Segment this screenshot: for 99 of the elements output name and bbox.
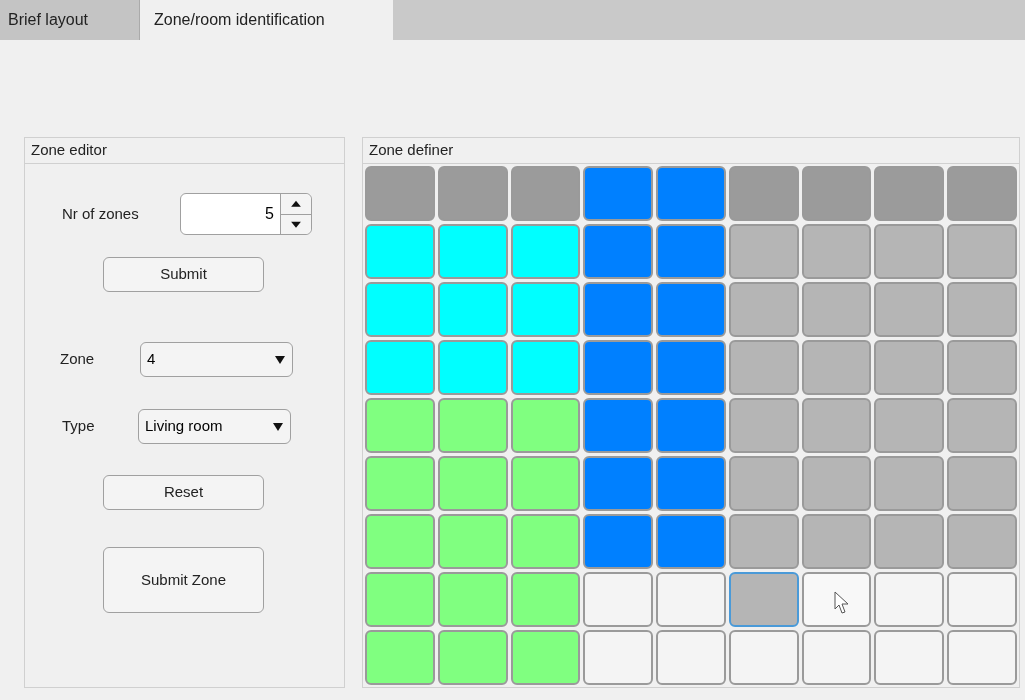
- submit-zone-button[interactable]: Submit Zone: [103, 547, 264, 613]
- grid-cell[interactable]: [874, 282, 945, 337]
- grid-cell[interactable]: [947, 514, 1017, 569]
- grid-cell[interactable]: [947, 456, 1017, 511]
- grid-cell[interactable]: [728, 630, 799, 685]
- grid-cell[interactable]: [437, 572, 508, 627]
- grid-cell[interactable]: [365, 572, 435, 627]
- grid-cell[interactable]: [510, 572, 581, 627]
- grid-cell[interactable]: [437, 282, 508, 337]
- reset-button[interactable]: Reset: [103, 475, 264, 510]
- grid-cell[interactable]: [656, 282, 726, 337]
- grid-cell[interactable]: [947, 572, 1017, 627]
- grid-cell[interactable]: [437, 166, 508, 221]
- grid-cell[interactable]: [874, 572, 945, 627]
- grid-cell[interactable]: [874, 398, 945, 453]
- grid-cell[interactable]: [437, 398, 508, 453]
- grid-cell[interactable]: [365, 514, 435, 569]
- grid-cell[interactable]: [583, 630, 654, 685]
- field-label: Type: [62, 416, 96, 437]
- grid-cell[interactable]: [437, 456, 508, 511]
- grid-cell[interactable]: [728, 340, 799, 395]
- grid-cell[interactable]: [947, 282, 1017, 337]
- panel-title: Zone editor: [25, 138, 344, 164]
- grid-cell[interactable]: [801, 630, 872, 685]
- grid-cell[interactable]: [656, 572, 726, 627]
- grid-cell[interactable]: [947, 398, 1017, 453]
- grid-cell[interactable]: [365, 630, 435, 685]
- grid-cell[interactable]: [801, 456, 872, 511]
- grid-cell[interactable]: [728, 224, 799, 279]
- grid-cell[interactable]: [656, 456, 726, 511]
- tab[interactable]: Brief layout: [0, 0, 140, 40]
- type-dropdown[interactable]: Living room: [138, 409, 291, 444]
- grid-cell[interactable]: [801, 166, 872, 221]
- tab[interactable]: Zone/room identification: [140, 0, 393, 40]
- grid-cell[interactable]: [365, 398, 435, 453]
- grid-cell[interactable]: [365, 340, 435, 395]
- grid-cell[interactable]: [365, 282, 435, 337]
- grid-cell[interactable]: [510, 224, 581, 279]
- grid-cell[interactable]: [365, 166, 435, 221]
- grid-cell[interactable]: [510, 340, 581, 395]
- grid-cell[interactable]: [583, 282, 654, 337]
- spinner-value: 5: [264, 204, 275, 224]
- grid-cell[interactable]: [947, 224, 1017, 279]
- grid-cell[interactable]: [728, 572, 799, 627]
- grid-cell[interactable]: [801, 572, 872, 627]
- caret-icon: [272, 421, 284, 432]
- grid-cell[interactable]: [656, 630, 726, 685]
- field-label: Zone: [60, 349, 96, 370]
- grid-cell[interactable]: [583, 456, 654, 511]
- zone-dropdown[interactable]: 4: [140, 342, 293, 377]
- grid-cell[interactable]: [437, 340, 508, 395]
- grid-cell[interactable]: [656, 398, 726, 453]
- grid-cell[interactable]: [801, 282, 872, 337]
- grid-cell[interactable]: [874, 456, 945, 511]
- grid-cell[interactable]: [583, 398, 654, 453]
- field-label: Nr of zones: [62, 203, 140, 224]
- grid-cell[interactable]: [728, 166, 799, 221]
- grid-cell[interactable]: [801, 340, 872, 395]
- grid-cell[interactable]: [510, 166, 581, 221]
- grid-cell[interactable]: [583, 572, 654, 627]
- dropdown-value: 4: [147, 349, 156, 370]
- grid-cell[interactable]: [583, 224, 654, 279]
- grid-cell[interactable]: [801, 398, 872, 453]
- grid-cell[interactable]: [510, 456, 581, 511]
- grid-cell[interactable]: [437, 224, 508, 279]
- grid-cell[interactable]: [656, 224, 726, 279]
- grid-cell[interactable]: [583, 166, 654, 221]
- grid-cell[interactable]: [510, 514, 581, 569]
- grid-cell[interactable]: [583, 514, 654, 569]
- grid-cell[interactable]: [947, 340, 1017, 395]
- grid-cell[interactable]: [510, 630, 581, 685]
- grid-cell[interactable]: [656, 340, 726, 395]
- grid-cell[interactable]: [947, 166, 1017, 221]
- grid-cell[interactable]: [728, 514, 799, 569]
- grid-cell[interactable]: [728, 456, 799, 511]
- grid-cell[interactable]: [365, 224, 435, 279]
- dropdown-value: Living room: [145, 416, 223, 437]
- grid-cell[interactable]: [874, 630, 945, 685]
- panel-title: Zone definer: [363, 138, 1019, 164]
- grid-cell[interactable]: [947, 630, 1017, 685]
- grid-cell[interactable]: [874, 224, 945, 279]
- grid-cell[interactable]: [801, 514, 872, 569]
- grid-cell[interactable]: [510, 398, 581, 453]
- caret-icon: [274, 354, 286, 365]
- grid-cell[interactable]: [656, 166, 726, 221]
- grid-cell[interactable]: [437, 514, 508, 569]
- grid-cell[interactable]: [874, 514, 945, 569]
- number-spinner[interactable]: 5: [180, 193, 312, 235]
- grid-cell[interactable]: [583, 340, 654, 395]
- grid-cell[interactable]: [510, 282, 581, 337]
- grid-cell[interactable]: [728, 398, 799, 453]
- grid-cell[interactable]: [728, 282, 799, 337]
- grid-cell[interactable]: [874, 340, 945, 395]
- grid-cell[interactable]: [437, 630, 508, 685]
- grid-cell[interactable]: [874, 166, 945, 221]
- submit-button[interactable]: Submit: [103, 257, 264, 292]
- grid-cell[interactable]: [801, 224, 872, 279]
- grid-cell[interactable]: [656, 514, 726, 569]
- grid-cell[interactable]: [365, 456, 435, 511]
